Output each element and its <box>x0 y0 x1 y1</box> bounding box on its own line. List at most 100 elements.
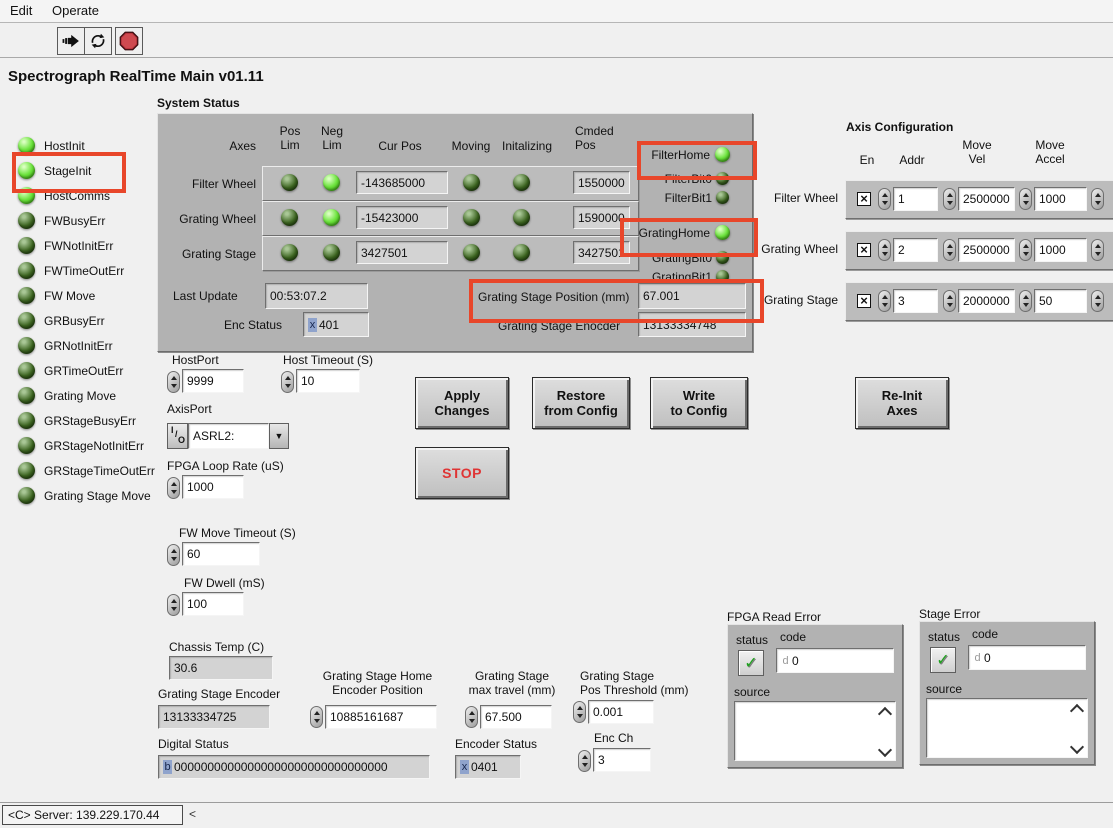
extra-stepper[interactable] <box>1091 290 1104 312</box>
move-vel-stepper[interactable] <box>943 290 956 312</box>
menu-bar: Edit Operate <box>0 0 1113 23</box>
extra-stepper[interactable] <box>1091 239 1104 261</box>
addr-input[interactable]: 1 <box>893 187 938 211</box>
restore-from-config-button[interactable]: Restore from Config <box>532 377 630 429</box>
cur-pos-indicator: -15423000 <box>356 206 448 229</box>
move-accel-input[interactable]: 50 <box>1034 289 1087 313</box>
neg-lim-led <box>323 244 340 261</box>
fpga-read-error-title: FPGA Read Error <box>727 610 821 624</box>
radix-decimal: d <box>973 651 982 665</box>
led-label: FWNotInitErr <box>44 239 113 253</box>
max-travel-input[interactable]: 67.500 <box>480 705 552 729</box>
code-label: code <box>972 627 998 641</box>
visa-io-icon[interactable]: I/O <box>167 423 188 449</box>
fw-move-timeout-stepper[interactable] <box>167 544 180 566</box>
grstagenotiniterr-led <box>18 437 35 454</box>
last-update-label: Last Update <box>173 289 238 303</box>
move-accel-input[interactable]: 1000 <box>1034 187 1087 211</box>
move-vel-input[interactable]: 2500000 <box>958 238 1015 262</box>
hostport-stepper[interactable] <box>167 371 180 393</box>
menu-operate[interactable]: Operate <box>52 3 99 18</box>
axis-configuration-title: Axis Configuration <box>846 120 953 134</box>
move-accel-stepper[interactable] <box>1019 239 1032 261</box>
addr-stepper[interactable] <box>878 290 891 312</box>
grating-stage-enocder-indicator: 13133334748 <box>638 312 746 337</box>
host-timeout-stepper[interactable] <box>281 371 294 393</box>
move-vel-input[interactable]: 2500000 <box>958 187 1015 211</box>
enable-checkbox[interactable] <box>857 294 871 308</box>
axis-config-row: 1 2500000 1000 <box>845 180 1113 219</box>
addr-input[interactable]: 2 <box>893 238 938 262</box>
addr-stepper[interactable] <box>878 239 891 261</box>
axis-status-row: -15423000 1590000 <box>262 201 639 236</box>
run-continuous-icon <box>89 32 107 50</box>
extra-stepper[interactable] <box>1091 188 1104 210</box>
pos-threshold-input[interactable]: 0.001 <box>588 700 654 724</box>
enable-checkbox[interactable] <box>857 243 871 257</box>
system-status-title: System Status <box>157 96 240 110</box>
addr-input[interactable]: 3 <box>893 289 938 313</box>
pos-lim-led <box>281 244 298 261</box>
pos-threshold-label: Grating Stage Pos Threshold (mm) <box>580 669 700 697</box>
source-textarea[interactable] <box>734 701 896 761</box>
run-button[interactable] <box>57 27 85 55</box>
gratingstagemove-led <box>18 487 35 504</box>
fw-move-timeout-label: FW Move Timeout (S) <box>179 526 296 540</box>
apply-changes-button[interactable]: Apply Changes <box>415 377 509 429</box>
move-accel-stepper[interactable] <box>1019 290 1032 312</box>
radix-decimal: d <box>781 654 790 668</box>
digital-status-label: Digital Status <box>158 737 229 751</box>
encoder-status-indicator: x 0401 <box>455 755 521 779</box>
move-accel-stepper[interactable] <box>1019 188 1032 210</box>
write-to-config-button[interactable]: Write to Config <box>650 377 748 429</box>
stop-button[interactable]: STOP <box>415 447 509 499</box>
home-encoder-position-input[interactable]: 10885161687 <box>325 705 437 729</box>
fpga-loop-rate-stepper[interactable] <box>167 477 180 499</box>
source-label: source <box>926 682 962 696</box>
fw-move-timeout-input[interactable]: 60 <box>182 542 260 566</box>
run-continuous-button[interactable] <box>84 27 112 55</box>
fwmove-led <box>18 287 35 304</box>
col-header-moving: Moving <box>448 139 494 153</box>
axis-config-row-label: Filter Wheel <box>750 191 838 205</box>
home-encoder-position-stepper[interactable] <box>310 706 323 728</box>
fw-dwell-stepper[interactable] <box>167 594 180 616</box>
axisport-input[interactable]: ASRL2: <box>188 423 269 449</box>
enable-checkbox[interactable] <box>857 192 871 206</box>
abort-button[interactable] <box>115 27 143 55</box>
move-vel-stepper[interactable] <box>943 188 956 210</box>
source-textarea[interactable] <box>926 698 1088 758</box>
hostport-input[interactable]: 9999 <box>182 369 244 393</box>
code-input[interactable]: d 0 <box>968 645 1086 670</box>
axisport-dropdown-button[interactable]: ▼ <box>269 423 289 449</box>
moving-led <box>463 244 480 261</box>
led-label: Grating Move <box>44 389 116 403</box>
enc-ch-stepper[interactable] <box>578 750 591 772</box>
axisport-label: AxisPort <box>167 402 212 416</box>
move-vel-input[interactable]: 2000000 <box>958 289 1015 313</box>
fwbusyerr-led <box>18 212 35 229</box>
fpga-loop-rate-input[interactable]: 1000 <box>182 475 244 499</box>
led-label: Grating Stage Move <box>44 489 151 503</box>
home-encoder-position-label: Grating Stage Home Encoder Position <box>310 669 445 697</box>
menu-edit[interactable]: Edit <box>10 3 32 18</box>
pos-threshold-stepper[interactable] <box>573 701 586 723</box>
move-accel-input[interactable]: 1000 <box>1034 238 1087 262</box>
axis-row-label: Filter Wheel <box>170 177 256 191</box>
code-input[interactable]: d 0 <box>776 648 894 673</box>
axis-config-row: 3 2000000 50 <box>845 282 1113 321</box>
max-travel-stepper[interactable] <box>465 706 478 728</box>
bit-led-label: FilterBit1 <box>612 191 712 205</box>
grating-stage-position-label: Grating Stage Position (mm) <box>478 290 629 304</box>
move-vel-stepper[interactable] <box>943 239 956 261</box>
axis-status-row: -143685000 1550000 <box>262 166 639 201</box>
fw-dwell-input[interactable]: 100 <box>182 592 244 616</box>
enc-ch-input[interactable]: 3 <box>593 748 651 772</box>
reinit-axes-button[interactable]: Re-Init Axes <box>855 377 949 429</box>
col-header-addr: Addr <box>892 153 932 167</box>
addr-stepper[interactable] <box>878 188 891 210</box>
col-header-en: En <box>852 153 882 167</box>
fwnotiniterr-led <box>18 237 35 254</box>
host-timeout-input[interactable]: 10 <box>296 369 360 393</box>
filterbit1-led <box>716 191 729 204</box>
